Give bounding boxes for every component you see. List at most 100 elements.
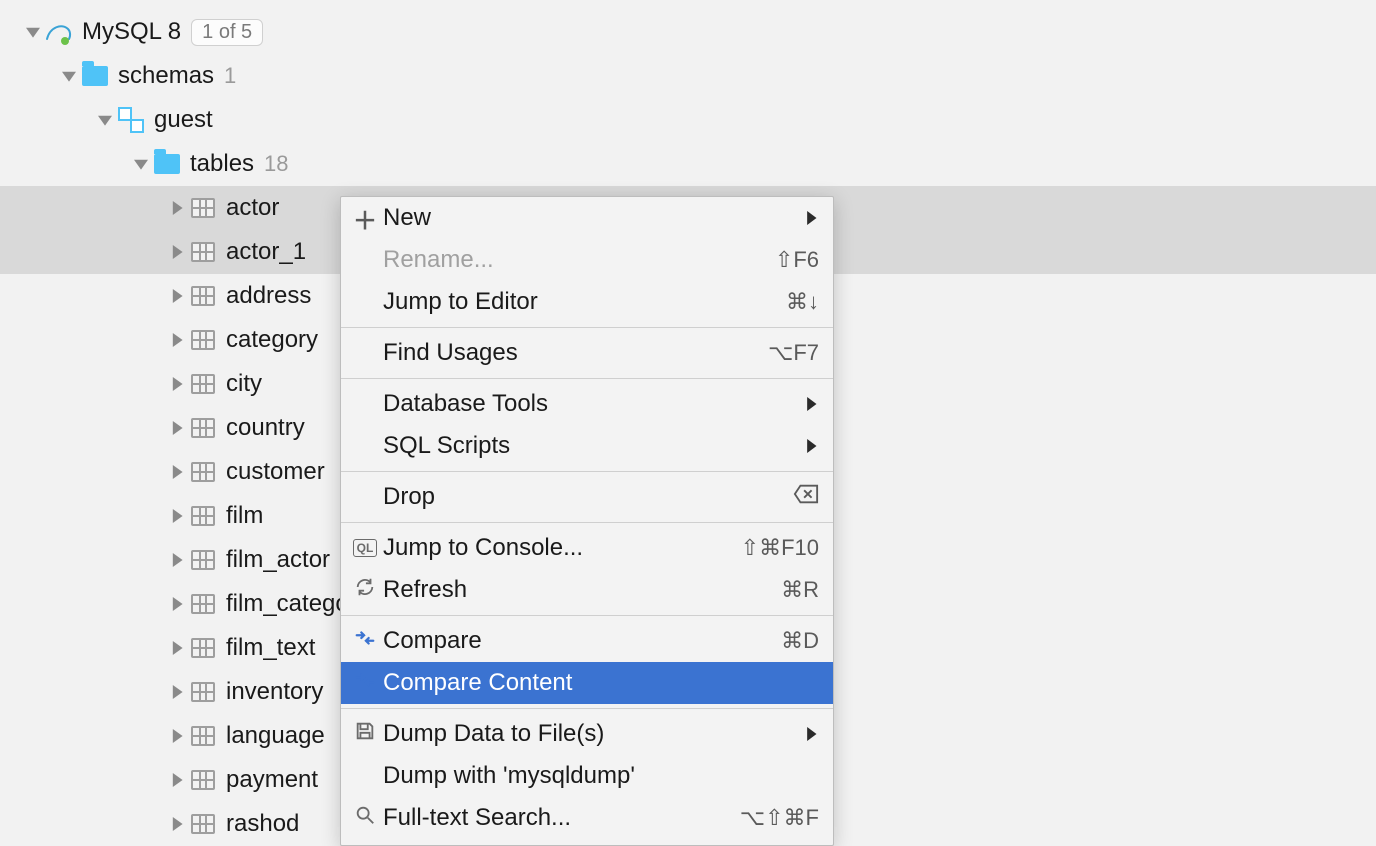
menu-item-drop[interactable]: Drop — [341, 476, 833, 518]
menu-item-compare-content[interactable]: Compare Content — [341, 662, 833, 704]
table-label: actor — [226, 194, 279, 222]
chevron-right-icon[interactable] — [166, 509, 188, 523]
save-icon — [354, 720, 376, 748]
menu-item-jump-to-editor[interactable]: Jump to Editor ⌘↓ — [341, 281, 833, 323]
table-label: category — [226, 326, 318, 354]
table-icon — [188, 198, 218, 218]
chevron-right-icon[interactable] — [166, 729, 188, 743]
tree-node-schema[interactable]: guest — [0, 98, 1376, 142]
table-label: film — [226, 502, 263, 530]
chevron-down-icon[interactable] — [94, 113, 116, 127]
submenu-arrow-icon — [807, 390, 819, 418]
menu-item-refresh[interactable]: Refresh ⌘R — [341, 569, 833, 611]
menu-label: Jump to Console... — [383, 534, 741, 562]
table-icon — [188, 418, 218, 438]
table-icon — [188, 726, 218, 746]
chevron-right-icon[interactable] — [166, 201, 188, 215]
menu-label: Compare — [383, 627, 781, 655]
chevron-right-icon[interactable] — [166, 817, 188, 831]
menu-item-new[interactable]: ＋ New — [341, 197, 833, 239]
chevron-right-icon[interactable] — [166, 333, 188, 347]
menu-label: Rename... — [383, 246, 775, 274]
menu-item-find-usages[interactable]: Find Usages ⌥F7 — [341, 332, 833, 374]
menu-separator — [341, 471, 833, 472]
submenu-arrow-icon — [807, 720, 819, 748]
refresh-icon — [354, 576, 376, 604]
menu-label: Refresh — [383, 576, 781, 604]
table-label: payment — [226, 766, 318, 794]
schema-label: guest — [154, 106, 213, 134]
chevron-right-icon[interactable] — [166, 289, 188, 303]
folder-icon — [80, 66, 110, 86]
menu-label: Compare Content — [383, 669, 819, 697]
datasource-label: MySQL 8 — [82, 18, 181, 46]
chevron-right-icon[interactable] — [166, 641, 188, 655]
table-icon — [188, 814, 218, 834]
menu-separator — [341, 708, 833, 709]
menu-item-jump-to-console[interactable]: QL Jump to Console... ⇧⌘F10 — [341, 527, 833, 569]
chevron-right-icon[interactable] — [166, 773, 188, 787]
delete-icon — [793, 483, 819, 512]
table-icon — [188, 286, 218, 306]
chevron-right-icon[interactable] — [166, 465, 188, 479]
menu-label: Find Usages — [383, 339, 768, 367]
menu-item-sql-scripts[interactable]: SQL Scripts — [341, 425, 833, 467]
menu-shortcut: ⌘R — [781, 577, 819, 603]
table-icon — [188, 242, 218, 262]
submenu-arrow-icon — [807, 432, 819, 460]
plus-icon: ＋ — [353, 201, 377, 236]
tree-node-datasource[interactable]: MySQL 8 1 of 5 — [0, 10, 1376, 54]
chevron-down-icon[interactable] — [130, 157, 152, 171]
table-icon — [188, 462, 218, 482]
menu-label: Drop — [383, 483, 793, 511]
chevron-right-icon[interactable] — [166, 597, 188, 611]
menu-shortcut: ⇧⌘F10 — [741, 535, 819, 561]
chevron-right-icon[interactable] — [166, 553, 188, 567]
compare-icon — [354, 627, 376, 655]
menu-separator — [341, 522, 833, 523]
chevron-right-icon[interactable] — [166, 421, 188, 435]
table-label: film_text — [226, 634, 315, 662]
table-label: country — [226, 414, 305, 442]
menu-separator — [341, 615, 833, 616]
menu-separator — [341, 327, 833, 328]
search-icon — [354, 804, 376, 832]
compare-icon — [354, 669, 376, 697]
console-icon: QL — [353, 539, 378, 557]
tree-node-schemas[interactable]: schemas 1 — [0, 54, 1376, 98]
menu-item-compare[interactable]: Compare ⌘D — [341, 620, 833, 662]
menu-label: SQL Scripts — [383, 432, 807, 460]
table-label: inventory — [226, 678, 323, 706]
table-label: actor_1 — [226, 238, 306, 266]
menu-item-dump-with-mysqldump[interactable]: Dump with 'mysqldump' — [341, 755, 833, 797]
table-label: customer — [226, 458, 325, 486]
datasource-badge: 1 of 5 — [191, 19, 263, 46]
menu-label: New — [383, 204, 807, 232]
tables-count: 18 — [264, 151, 288, 177]
tree-node-tables[interactable]: tables 18 — [0, 142, 1376, 186]
menu-shortcut: ⌘↓ — [786, 289, 819, 315]
table-icon — [188, 682, 218, 702]
menu-label: Dump with 'mysqldump' — [383, 762, 819, 790]
menu-item-full-text-search[interactable]: Full-text Search... ⌥⇧⌘F — [341, 797, 833, 839]
chevron-down-icon[interactable] — [22, 25, 44, 39]
table-label: address — [226, 282, 311, 310]
table-icon — [188, 770, 218, 790]
submenu-arrow-icon — [807, 204, 819, 232]
table-icon — [188, 374, 218, 394]
schema-icon — [116, 107, 146, 133]
chevron-right-icon[interactable] — [166, 245, 188, 259]
tables-label: tables — [190, 150, 254, 178]
table-label: city — [226, 370, 262, 398]
folder-icon — [152, 154, 182, 174]
chevron-right-icon[interactable] — [166, 377, 188, 391]
menu-label: Database Tools — [383, 390, 807, 418]
menu-item-dump-data-to-file-s[interactable]: Dump Data to File(s) — [341, 713, 833, 755]
menu-item-rename: Rename... ⇧F6 — [341, 239, 833, 281]
table-icon — [188, 330, 218, 350]
menu-label: Dump Data to File(s) — [383, 720, 807, 748]
mysql-icon — [44, 19, 74, 45]
chevron-right-icon[interactable] — [166, 685, 188, 699]
chevron-down-icon[interactable] — [58, 69, 80, 83]
menu-item-database-tools[interactable]: Database Tools — [341, 383, 833, 425]
